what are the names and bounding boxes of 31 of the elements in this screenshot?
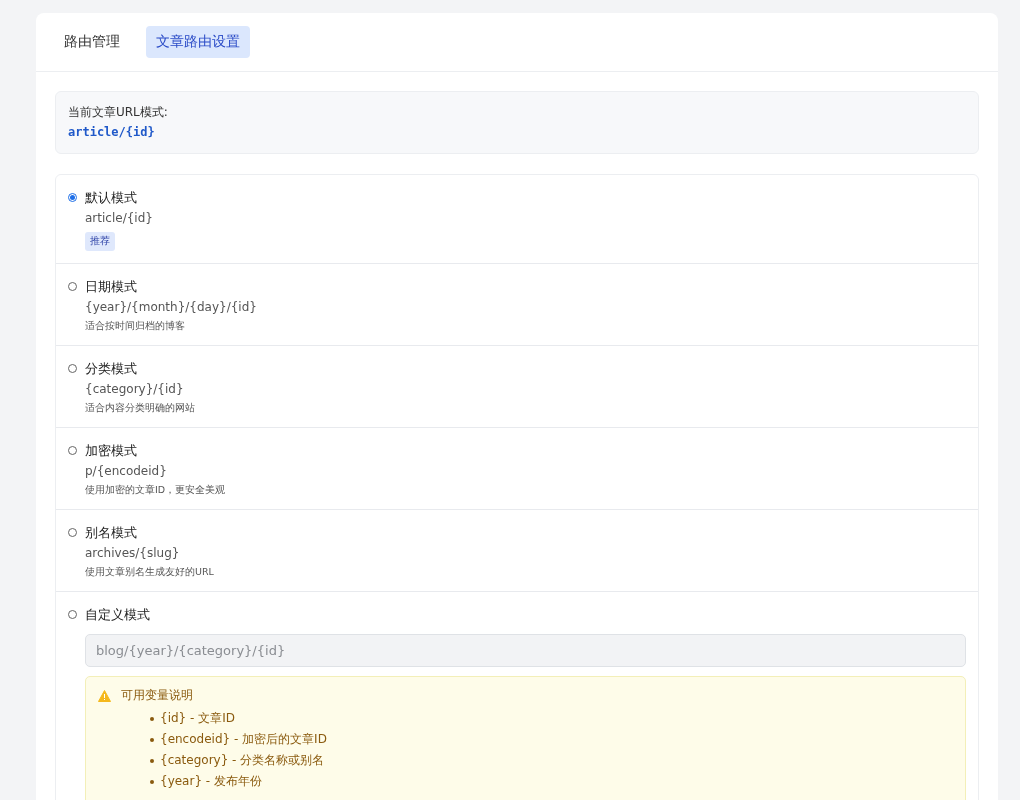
mode-title: 日期模式 (85, 278, 137, 296)
mode-title: 分类模式 (85, 360, 137, 378)
bullet-icon (150, 716, 154, 721)
current-mode-value: article/{id} (68, 125, 156, 139)
mode-pattern: archives/{slug} (85, 546, 180, 560)
variable-description: {category} - 分类名称或别名 (160, 752, 325, 769)
mode-title: 自定义模式 (85, 606, 150, 624)
radio-button[interactable] (68, 193, 77, 202)
mode-title: 别名模式 (85, 524, 137, 542)
recommended-badge: 推荐 (85, 232, 115, 251)
help-title: 可用变量说明 (121, 687, 193, 704)
bullet-icon (150, 758, 154, 763)
variable-description: {year} - 发布年份 (160, 773, 262, 790)
mode-description: 适合内容分类明确的网站 (85, 402, 195, 415)
tab[interactable]: 文章路由设置 (146, 26, 250, 58)
mode-title: 默认模式 (85, 189, 137, 207)
mode-description: 适合按时间归档的博客 (85, 320, 185, 333)
bullet-icon (150, 779, 154, 784)
mode-description: 使用加密的文章ID，更安全美观 (85, 484, 226, 497)
mode-pattern: article/{id} (85, 211, 153, 225)
mode-pattern: {category}/{id} (85, 382, 184, 396)
bullet-icon (150, 737, 154, 742)
mode-pattern: {year}/{month}/{day}/{id} (85, 300, 257, 314)
mode-description: 使用文章别名生成友好的URL (85, 566, 214, 579)
current-mode-label: 当前文章URL模式: (68, 104, 169, 121)
variable-description: {encodeid} - 加密后的文章ID (160, 731, 327, 748)
warning-icon (98, 689, 111, 702)
variable-description: {id} - 文章ID (160, 710, 235, 727)
mode-pattern: p/{encodeid} (85, 464, 167, 478)
mode-title: 加密模式 (85, 442, 137, 460)
tab[interactable]: 路由管理 (54, 26, 130, 58)
